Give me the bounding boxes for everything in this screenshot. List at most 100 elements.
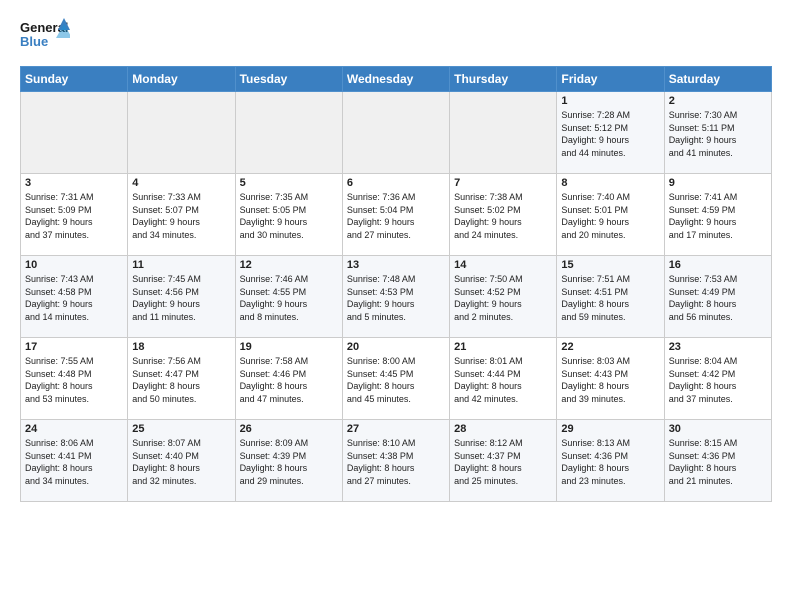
day-info: Sunrise: 7:41 AM Sunset: 4:59 PM Dayligh… <box>669 191 767 241</box>
day-number: 19 <box>240 341 338 353</box>
calendar-cell <box>235 92 342 174</box>
weekday-header-row: SundayMondayTuesdayWednesdayThursdayFrid… <box>21 67 772 92</box>
day-number: 26 <box>240 423 338 435</box>
day-number: 29 <box>561 423 659 435</box>
day-info: Sunrise: 7:40 AM Sunset: 5:01 PM Dayligh… <box>561 191 659 241</box>
day-number: 15 <box>561 259 659 271</box>
day-number: 17 <box>25 341 123 353</box>
day-number: 16 <box>669 259 767 271</box>
day-number: 21 <box>454 341 552 353</box>
day-info: Sunrise: 7:45 AM Sunset: 4:56 PM Dayligh… <box>132 273 230 323</box>
calendar-table: SundayMondayTuesdayWednesdayThursdayFrid… <box>20 66 772 502</box>
calendar-cell: 6 Sunrise: 7:36 AM Sunset: 5:04 PM Daylig… <box>342 174 449 256</box>
weekday-header-sunday: Sunday <box>21 67 128 92</box>
calendar-cell: 3 Sunrise: 7:31 AM Sunset: 5:09 PM Daylig… <box>21 174 128 256</box>
calendar-cell <box>128 92 235 174</box>
day-info: Sunrise: 8:07 AM Sunset: 4:40 PM Dayligh… <box>132 437 230 487</box>
day-number: 27 <box>347 423 445 435</box>
day-info: Sunrise: 7:33 AM Sunset: 5:07 PM Dayligh… <box>132 191 230 241</box>
day-info: Sunrise: 8:15 AM Sunset: 4:36 PM Dayligh… <box>669 437 767 487</box>
calendar-cell: 4 Sunrise: 7:33 AM Sunset: 5:07 PM Daylig… <box>128 174 235 256</box>
day-number: 28 <box>454 423 552 435</box>
day-info: Sunrise: 8:03 AM Sunset: 4:43 PM Dayligh… <box>561 355 659 405</box>
day-number: 22 <box>561 341 659 353</box>
day-number: 13 <box>347 259 445 271</box>
calendar-cell: 30 Sunrise: 8:15 AM Sunset: 4:36 PM Dayli… <box>664 420 771 502</box>
calendar-cell <box>450 92 557 174</box>
calendar-cell: 26Sunrise: 8:09 AM Sunset: 4:39 PM Dayli… <box>235 420 342 502</box>
calendar-cell: 29 Sunrise: 8:13 AM Sunset: 4:36 PM Dayli… <box>557 420 664 502</box>
day-info: Sunrise: 8:04 AM Sunset: 4:42 PM Dayligh… <box>669 355 767 405</box>
day-info: Sunrise: 7:53 AM Sunset: 4:49 PM Dayligh… <box>669 273 767 323</box>
day-number: 8 <box>561 177 659 189</box>
page-header: General Blue <box>20 16 772 56</box>
day-number: 11 <box>132 259 230 271</box>
day-info: Sunrise: 8:10 AM Sunset: 4:38 PM Dayligh… <box>347 437 445 487</box>
calendar-cell: 16 Sunrise: 7:53 AM Sunset: 4:49 PM Dayli… <box>664 256 771 338</box>
day-number: 9 <box>669 177 767 189</box>
day-number: 3 <box>25 177 123 189</box>
day-info: Sunrise: 8:13 AM Sunset: 4:36 PM Dayligh… <box>561 437 659 487</box>
weekday-header-friday: Friday <box>557 67 664 92</box>
day-number: 6 <box>347 177 445 189</box>
day-number: 18 <box>132 341 230 353</box>
weekday-header-saturday: Saturday <box>664 67 771 92</box>
calendar-cell: 7 Sunrise: 7:38 AM Sunset: 5:02 PM Daylig… <box>450 174 557 256</box>
day-number: 7 <box>454 177 552 189</box>
calendar-cell: 10Sunrise: 7:43 AM Sunset: 4:58 PM Dayli… <box>21 256 128 338</box>
day-info: Sunrise: 7:50 AM Sunset: 4:52 PM Dayligh… <box>454 273 552 323</box>
calendar-cell: 17 Sunrise: 7:55 AM Sunset: 4:48 PM Dayli… <box>21 338 128 420</box>
day-info: Sunrise: 7:51 AM Sunset: 4:51 PM Dayligh… <box>561 273 659 323</box>
day-info: Sunrise: 8:12 AM Sunset: 4:37 PM Dayligh… <box>454 437 552 487</box>
day-info: Sunrise: 8:06 AM Sunset: 4:41 PM Dayligh… <box>25 437 123 487</box>
calendar-cell: 5 Sunrise: 7:35 AM Sunset: 5:05 PM Daylig… <box>235 174 342 256</box>
day-number: 25 <box>132 423 230 435</box>
calendar-week-1: 1Sunrise: 7:28 AM Sunset: 5:12 PM Daylig… <box>21 92 772 174</box>
calendar-week-4: 17 Sunrise: 7:55 AM Sunset: 4:48 PM Dayli… <box>21 338 772 420</box>
day-info: Sunrise: 7:35 AM Sunset: 5:05 PM Dayligh… <box>240 191 338 241</box>
calendar-cell <box>21 92 128 174</box>
calendar-week-2: 3 Sunrise: 7:31 AM Sunset: 5:09 PM Daylig… <box>21 174 772 256</box>
calendar-cell: 25 Sunrise: 8:07 AM Sunset: 4:40 PM Dayli… <box>128 420 235 502</box>
day-info: Sunrise: 7:31 AM Sunset: 5:09 PM Dayligh… <box>25 191 123 241</box>
day-info: Sunrise: 7:36 AM Sunset: 5:04 PM Dayligh… <box>347 191 445 241</box>
weekday-header-monday: Monday <box>128 67 235 92</box>
calendar-cell: 22 Sunrise: 8:03 AM Sunset: 4:43 PM Dayli… <box>557 338 664 420</box>
day-number: 30 <box>669 423 767 435</box>
calendar-cell: 14 Sunrise: 7:50 AM Sunset: 4:52 PM Dayli… <box>450 256 557 338</box>
day-number: 4 <box>132 177 230 189</box>
svg-text:Blue: Blue <box>20 34 48 49</box>
day-number: 20 <box>347 341 445 353</box>
day-info: Sunrise: 7:30 AM Sunset: 5:11 PM Dayligh… <box>669 109 767 159</box>
day-number: 2 <box>669 95 767 107</box>
weekday-header-thursday: Thursday <box>450 67 557 92</box>
day-number: 14 <box>454 259 552 271</box>
day-info: Sunrise: 8:01 AM Sunset: 4:44 PM Dayligh… <box>454 355 552 405</box>
calendar-cell: 2 Sunrise: 7:30 AM Sunset: 5:11 PM Daylig… <box>664 92 771 174</box>
day-info: Sunrise: 7:56 AM Sunset: 4:47 PM Dayligh… <box>132 355 230 405</box>
calendar-cell: 27 Sunrise: 8:10 AM Sunset: 4:38 PM Dayli… <box>342 420 449 502</box>
calendar-cell: 18 Sunrise: 7:56 AM Sunset: 4:47 PM Dayli… <box>128 338 235 420</box>
calendar-week-3: 10Sunrise: 7:43 AM Sunset: 4:58 PM Dayli… <box>21 256 772 338</box>
logo: General Blue <box>20 16 70 56</box>
calendar-cell: 24 Sunrise: 8:06 AM Sunset: 4:41 PM Dayli… <box>21 420 128 502</box>
calendar-cell: 20Sunrise: 8:00 AM Sunset: 4:45 PM Dayli… <box>342 338 449 420</box>
calendar-week-5: 24 Sunrise: 8:06 AM Sunset: 4:41 PM Dayli… <box>21 420 772 502</box>
day-info: Sunrise: 7:58 AM Sunset: 4:46 PM Dayligh… <box>240 355 338 405</box>
calendar-cell: 19 Sunrise: 7:58 AM Sunset: 4:46 PM Dayli… <box>235 338 342 420</box>
calendar-cell: 8 Sunrise: 7:40 AM Sunset: 5:01 PM Daylig… <box>557 174 664 256</box>
day-number: 24 <box>25 423 123 435</box>
calendar-cell: 13Sunrise: 7:48 AM Sunset: 4:53 PM Dayli… <box>342 256 449 338</box>
day-number: 10 <box>25 259 123 271</box>
calendar-cell: 23Sunrise: 8:04 AM Sunset: 4:42 PM Dayli… <box>664 338 771 420</box>
calendar-cell: 12Sunrise: 7:46 AM Sunset: 4:55 PM Dayli… <box>235 256 342 338</box>
calendar-cell <box>342 92 449 174</box>
day-info: Sunrise: 7:38 AM Sunset: 5:02 PM Dayligh… <box>454 191 552 241</box>
calendar-cell: 28 Sunrise: 8:12 AM Sunset: 4:37 PM Dayli… <box>450 420 557 502</box>
calendar-cell: 1Sunrise: 7:28 AM Sunset: 5:12 PM Daylig… <box>557 92 664 174</box>
calendar-cell: 11 Sunrise: 7:45 AM Sunset: 4:56 PM Dayli… <box>128 256 235 338</box>
day-info: Sunrise: 7:55 AM Sunset: 4:48 PM Dayligh… <box>25 355 123 405</box>
day-number: 12 <box>240 259 338 271</box>
weekday-header-tuesday: Tuesday <box>235 67 342 92</box>
day-number: 5 <box>240 177 338 189</box>
